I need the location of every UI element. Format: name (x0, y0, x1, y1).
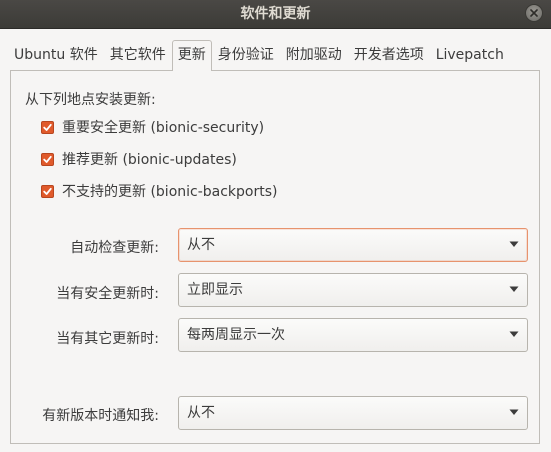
dropdown-arrow-icon (509, 331, 519, 337)
security-updates-option[interactable]: 重要安全更新 (bionic-security) (41, 117, 264, 137)
backports-updates-checkbox[interactable] (41, 184, 54, 198)
notify-new-version-label: 有新版本时通知我: (42, 408, 159, 424)
tab-other-software[interactable]: 其它软件 (104, 40, 172, 70)
other-updates-value: 每两周显示一次 (187, 327, 285, 343)
auto-check-label: 自动检查更新: (70, 240, 159, 256)
software-updates-window: 软件和更新 Ubuntu 软件 其它软件 更新 身份验证 附加驱动 开发者选项 … (0, 0, 551, 452)
security-updates-value: 立即显示 (187, 282, 243, 298)
notify-new-version-dropdown[interactable]: 从不 (178, 396, 528, 430)
check-icon (43, 123, 52, 131)
dropdown-arrow-icon (509, 241, 519, 247)
close-icon (530, 9, 538, 17)
notify-new-version-value: 从不 (187, 405, 215, 421)
backports-updates-option[interactable]: 不支持的更新 (bionic-backports) (41, 181, 278, 201)
tab-developer-options[interactable]: 开发者选项 (348, 40, 430, 70)
tab-livepatch[interactable]: Livepatch (430, 40, 510, 70)
tab-additional-drivers[interactable]: 附加驱动 (280, 40, 348, 70)
tab-authentication[interactable]: 身份验证 (212, 40, 280, 70)
auto-check-value: 从不 (187, 237, 215, 253)
other-updates-dropdown[interactable]: 每两周显示一次 (178, 318, 528, 352)
security-updates-checkbox[interactable] (41, 120, 54, 134)
tab-updates[interactable]: 更新 (171, 40, 212, 71)
install-from-label: 从下列地点安装更新: (25, 92, 156, 108)
recommended-updates-option[interactable]: 推荐更新 (bionic-updates) (41, 149, 237, 169)
tab-ubuntu-software[interactable]: Ubuntu 软件 (8, 40, 104, 70)
check-icon (43, 187, 52, 195)
updates-panel: 从下列地点安装更新: 重要安全更新 (bionic-security) 推荐更新… (10, 70, 540, 444)
security-updates-label: 重要安全更新 (bionic-security) (62, 120, 265, 136)
other-updates-when-label: 当有其它更新时: (56, 331, 159, 347)
recommended-updates-checkbox[interactable] (41, 152, 54, 166)
security-updates-dropdown[interactable]: 立即显示 (178, 273, 528, 307)
recommended-updates-label: 推荐更新 (bionic-updates) (62, 152, 237, 168)
check-icon (43, 155, 52, 163)
window-title: 软件和更新 (240, 6, 311, 22)
title-bar: 软件和更新 (0, 0, 551, 29)
tab-bar: Ubuntu 软件 其它软件 更新 身份验证 附加驱动 开发者选项 Livepa… (8, 40, 510, 71)
close-button[interactable] (525, 4, 543, 22)
dropdown-arrow-icon (509, 286, 519, 292)
dropdown-arrow-icon (509, 409, 519, 415)
security-updates-when-label: 当有安全更新时: (56, 286, 159, 302)
backports-updates-label: 不支持的更新 (bionic-backports) (62, 184, 278, 200)
auto-check-dropdown[interactable]: 从不 (178, 228, 528, 262)
